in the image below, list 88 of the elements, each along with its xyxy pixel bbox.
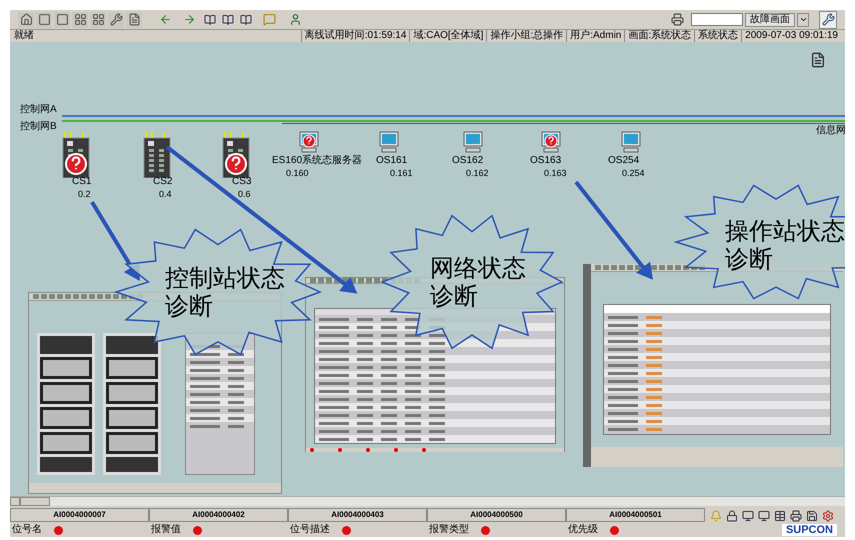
column-header: 报警值 [151, 524, 181, 536]
node-name: OS254 [608, 156, 640, 166]
column-header: 报警类型 [429, 524, 469, 536]
grid-icon [74, 13, 86, 26]
caret-icon [798, 15, 808, 24]
computer-icon[interactable] [462, 130, 484, 154]
user-icon [288, 13, 302, 26]
dropdown-button[interactable] [797, 12, 809, 26]
node-name: CS2 [153, 177, 172, 187]
column-header: 位号名 [12, 524, 42, 536]
node-name: CS1 [72, 177, 92, 187]
tool-button[interactable] [805, 509, 818, 522]
tool-button[interactable] [757, 509, 770, 522]
callout-text: 控制站状态诊断 [165, 264, 285, 320]
node-name: OS162 [452, 156, 484, 166]
grid-icon [92, 13, 104, 26]
network-label: 控制网B [20, 122, 57, 132]
computer-icon[interactable] [378, 130, 400, 154]
node-address: 0.6 [238, 189, 251, 199]
tool-button[interactable] [725, 509, 738, 522]
bell-icon [710, 510, 722, 522]
view-selector[interactable]: 故障画面 [745, 12, 795, 26]
document-icon[interactable] [810, 52, 826, 68]
alarm-tab[interactable]: AI0004000007 [10, 508, 149, 522]
document-icon [128, 13, 140, 26]
node-address: 0.2 [78, 189, 91, 199]
controller-icon[interactable] [143, 132, 171, 178]
monitor-icon [742, 510, 754, 522]
tool-button[interactable] [789, 509, 802, 522]
column-header: 优先级 [568, 524, 598, 536]
node-address: 0.162 [466, 168, 489, 178]
table-icon [774, 510, 786, 522]
node-address: 0.254 [622, 168, 645, 178]
square-icon [56, 13, 68, 26]
lock-icon [726, 510, 738, 522]
alarm-tab[interactable]: AI0004000501 [566, 508, 705, 522]
node-address: 0.4 [159, 189, 172, 199]
home-button[interactable] [18, 12, 34, 28]
book-icon [204, 14, 216, 26]
node-name: OS163 [530, 156, 562, 166]
message-icon [262, 13, 276, 26]
document-button[interactable] [126, 12, 142, 28]
computer-icon[interactable] [620, 130, 642, 154]
settings-icon [822, 510, 834, 522]
print-button[interactable] [669, 12, 685, 28]
wrench-button[interactable] [108, 12, 124, 28]
node-name: CS3 [232, 177, 252, 187]
controller-fault-icon[interactable] [62, 132, 90, 178]
node-address: 0.163 [544, 168, 567, 178]
network-label: 信息网 [816, 126, 845, 136]
column-header: 位号描述 [290, 524, 330, 536]
logo: SUPCON [782, 524, 837, 536]
callout-text: 操作站状态诊断 [725, 217, 845, 273]
node-name: OS161 [376, 156, 408, 166]
wrench-icon [110, 13, 122, 26]
grid-button[interactable] [90, 12, 106, 28]
tool-button[interactable] [773, 509, 786, 522]
alarm-tab[interactable]: AI0004000402 [149, 508, 288, 522]
computer-fault-icon[interactable] [540, 130, 562, 154]
computer-fault-icon[interactable] [298, 130, 320, 154]
square-button[interactable] [36, 12, 52, 28]
alarm-tab[interactable]: AI0004000403 [288, 508, 427, 522]
node-address: 0.160 [286, 168, 309, 178]
tool-button[interactable] [741, 509, 754, 522]
forward-arrow-icon [182, 13, 196, 26]
save-icon [806, 510, 818, 522]
horizontal-scrollbar[interactable] [10, 496, 845, 506]
home-icon [20, 13, 32, 26]
node-address: 0.161 [390, 168, 413, 178]
book-icon [222, 14, 234, 26]
tool-button[interactable] [821, 509, 834, 522]
printer-icon [790, 510, 802, 522]
square-button[interactable] [54, 12, 70, 28]
monitor-icon [758, 510, 770, 522]
printer-icon [670, 13, 684, 26]
controller-fault-icon[interactable] [222, 132, 250, 178]
grid-button[interactable] [72, 12, 88, 28]
network-label: 控制网A [20, 105, 57, 115]
square-icon [38, 13, 50, 26]
node-name: ES160系统态服务器 [272, 156, 362, 166]
back-arrow-icon [158, 13, 172, 26]
book-icon [240, 14, 252, 26]
alarm-tab[interactable]: AI0004000500 [427, 508, 566, 522]
callout-text: 网络状态诊断 [430, 254, 527, 310]
tools-icon [822, 13, 834, 26]
tools-button[interactable] [819, 10, 837, 28]
status-text: 就绪 [14, 30, 34, 42]
search-field[interactable] [691, 13, 743, 26]
